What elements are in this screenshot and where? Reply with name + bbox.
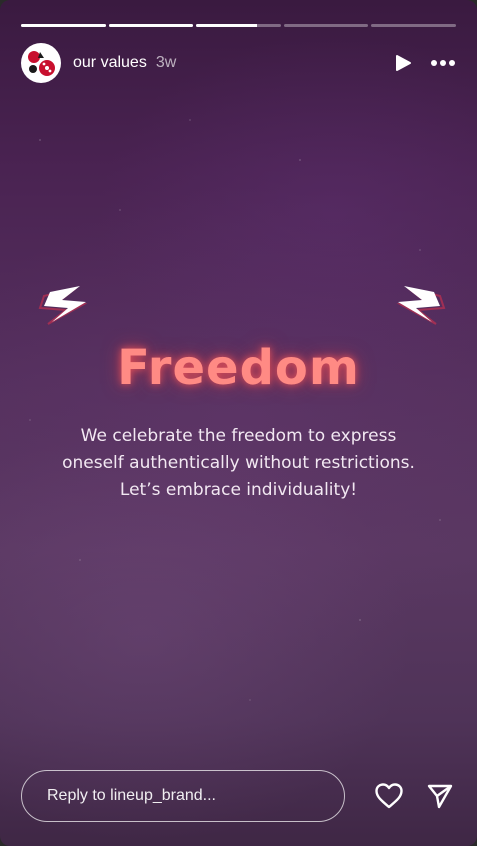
more-options-button[interactable]: [430, 59, 456, 67]
body-line: oneself authentically without restrictio…: [62, 453, 415, 473]
progress-segment-fill: [21, 24, 106, 27]
story-footer: [21, 769, 456, 823]
progress-segment: [196, 24, 281, 27]
heart-icon: [375, 783, 403, 809]
left-lightning-icon: [38, 286, 88, 325]
header-actions: [394, 54, 456, 72]
avatar[interactable]: [21, 43, 61, 83]
brand-avatar-icon: [22, 44, 60, 82]
right-lightning-icon: [396, 286, 446, 325]
story-progress-bar: [21, 24, 456, 27]
story-viewer: our values 3w Freedom We celebrate the f…: [0, 0, 477, 846]
story-header: our values 3w: [21, 43, 456, 83]
more-options-icon: [431, 60, 455, 66]
headline: Freedom: [117, 340, 360, 396]
story-body-text: We celebrate the freedom to express ones…: [30, 423, 447, 504]
body-line: Let’s embrace individuality!: [119, 480, 358, 500]
reply-input[interactable]: [21, 770, 345, 822]
body-line: We celebrate the freedom to express: [80, 426, 397, 446]
progress-segment: [371, 24, 456, 27]
progress-segment: [21, 24, 106, 27]
story-timestamp: 3w: [155, 54, 177, 71]
progress-segment-fill: [196, 24, 258, 27]
send-button[interactable]: [426, 782, 454, 810]
send-icon: [427, 784, 453, 809]
progress-segment-fill: [108, 24, 194, 27]
like-button[interactable]: [374, 782, 404, 810]
progress-segment: [283, 24, 369, 27]
play-icon: [396, 55, 411, 71]
play-button[interactable]: [394, 54, 412, 72]
story-title[interactable]: our values: [73, 54, 147, 72]
footer-actions: [374, 782, 456, 810]
progress-segment: [108, 24, 194, 27]
